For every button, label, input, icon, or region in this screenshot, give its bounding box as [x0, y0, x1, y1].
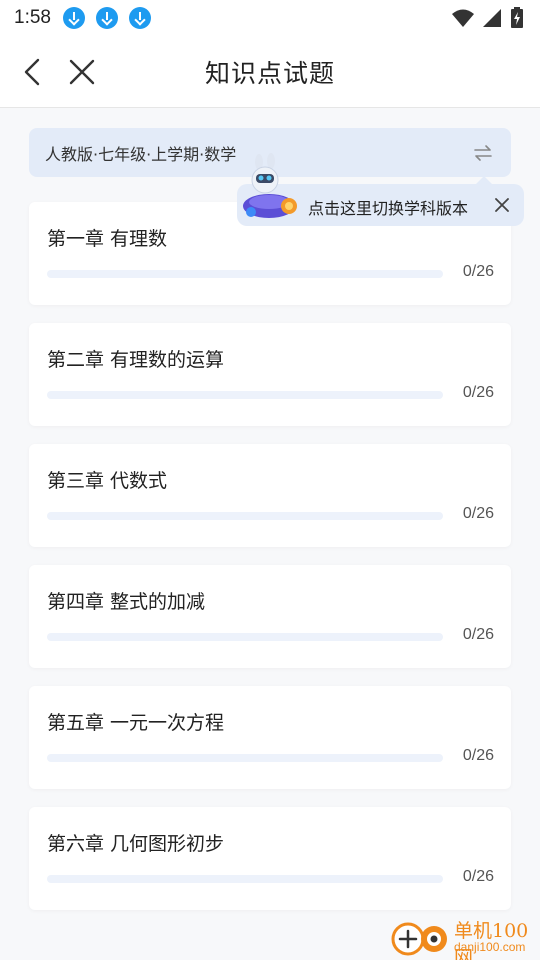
- wifi-icon: [452, 9, 474, 27]
- chapter-card[interactable]: 第五章 一元一次方程 0/26: [29, 686, 511, 789]
- progress-bar: [47, 875, 443, 883]
- chapter-title: 第一章 有理数: [47, 228, 168, 250]
- mascot-icon: [243, 153, 297, 218]
- app-header: 知识点试题: [0, 36, 540, 108]
- chapter-title: 第二章 有理数的运算: [47, 349, 225, 371]
- chapter-title: 第五章 一元一次方程: [47, 712, 225, 734]
- tooltip-text: 点击这里切换学科版本: [308, 199, 469, 218]
- status-time: 1:58: [14, 7, 51, 28]
- switch-arrows-icon: [474, 145, 492, 161]
- progress-count: 0/26: [462, 626, 494, 643]
- watermark: 单机100网 danji100.com: [388, 914, 540, 960]
- chapter-title: 第四章 整式的加减: [47, 591, 206, 613]
- progress-count: 0/26: [462, 384, 494, 401]
- chapter-card[interactable]: 第六章 几何图形初步 0/26: [29, 807, 511, 910]
- chapter-card[interactable]: 第三章 代数式 0/26: [29, 444, 511, 547]
- battery-icon: [511, 7, 523, 28]
- download-icon: [128, 7, 151, 29]
- download-icon: [95, 7, 118, 29]
- progress-bar: [47, 754, 443, 762]
- chapter-card[interactable]: 第二章 有理数的运算 0/26: [29, 323, 511, 426]
- close-icon: [495, 198, 509, 212]
- chapter-title: 第六章 几何图形初步: [47, 833, 225, 855]
- danji100-logo-icon: [391, 922, 447, 956]
- progress-count: 0/26: [462, 505, 494, 522]
- progress-bar: [47, 270, 443, 278]
- progress-bar: [47, 512, 443, 520]
- version-label: 人教版·七年级·上学期·数学: [45, 144, 237, 164]
- page-title: 知识点试题: [204, 59, 335, 88]
- progress-bar: [47, 633, 443, 641]
- chapter-card[interactable]: 第四章 整式的加减 0/26: [29, 565, 511, 668]
- signal-icon: [483, 9, 501, 27]
- tooltip-close-button[interactable]: [492, 195, 512, 215]
- progress-bar: [47, 391, 443, 399]
- chapter-title: 第三章 代数式: [47, 470, 168, 492]
- watermark-url: danji100.com: [454, 940, 526, 954]
- download-icon: [62, 7, 85, 29]
- chapter-list: 第一章 有理数 0/26 第二章 有理数的运算 0/26 第三章 代数式 0/2…: [29, 202, 511, 928]
- progress-count: 0/26: [462, 747, 494, 764]
- progress-count: 0/26: [462, 868, 494, 885]
- status-bar: 1:58: [0, 0, 540, 36]
- progress-count: 0/26: [462, 263, 494, 280]
- status-indicators: [452, 7, 524, 29]
